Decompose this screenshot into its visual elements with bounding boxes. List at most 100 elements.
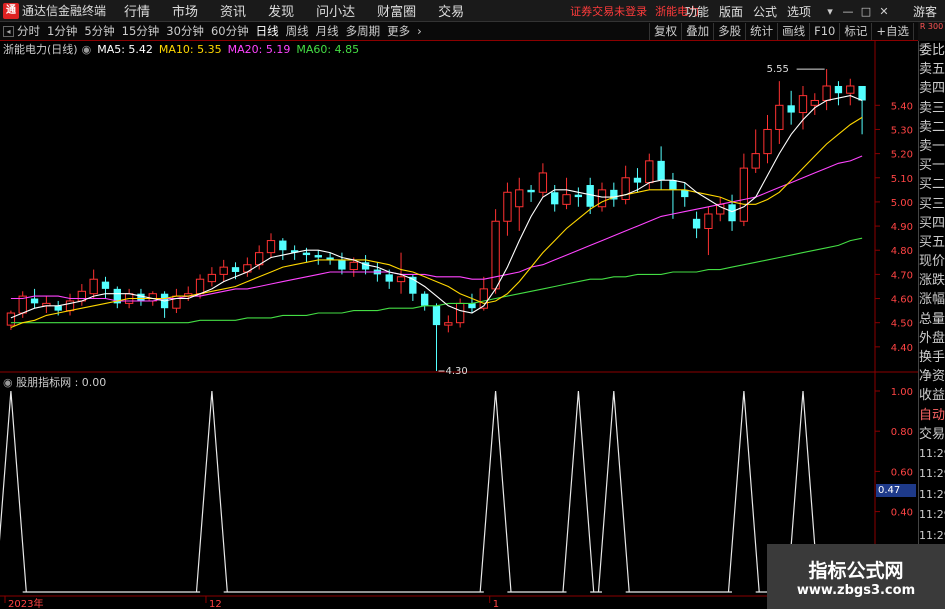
- candle-body-up: [266, 240, 276, 254]
- period-intraday[interactable]: 分时: [17, 23, 40, 39]
- side-panel-item: 卖五: [919, 62, 945, 78]
- candle-body-down: [314, 255, 322, 258]
- overlay-button[interactable]: 叠加: [681, 23, 713, 40]
- side-panel-item: 换手: [919, 350, 945, 365]
- menu-market-overview[interactable]: 市场: [172, 1, 198, 20]
- menu-news[interactable]: 资讯: [220, 1, 246, 20]
- f10-button[interactable]: F10: [809, 23, 839, 40]
- candle-body-down: [54, 305, 62, 311]
- minimize-icon[interactable]: —: [839, 5, 857, 18]
- candle-body-down: [421, 293, 429, 306]
- menu-functions[interactable]: 功能: [685, 3, 709, 20]
- side-panel-item: 交易: [919, 426, 945, 442]
- side-panel-item: 总量: [919, 311, 945, 327]
- menu-ask[interactable]: 问小达: [316, 1, 355, 20]
- period-30min[interactable]: 30分钟: [166, 23, 204, 39]
- candle-body-down: [574, 194, 583, 198]
- high-annotation-label: 5.55: [767, 64, 789, 75]
- dropdown-icon[interactable]: ▾: [821, 5, 839, 18]
- candle-body-up: [739, 167, 749, 222]
- period-1min[interactable]: 1分钟: [47, 23, 77, 39]
- price-tick-label: 5.00: [891, 198, 913, 209]
- guest-label[interactable]: 游客: [913, 3, 937, 20]
- annotations: 5.55 4.30: [438, 64, 825, 377]
- candle-body-down: [787, 105, 795, 113]
- candle-body-down: [657, 160, 665, 181]
- adjust-button[interactable]: 复权: [649, 23, 681, 40]
- candle-body-down: [302, 252, 311, 256]
- x-tick-label: 1: [493, 599, 499, 609]
- kline-chart[interactable]: 5.40 5.30 5.20 5.10 5.00 4.90 4.80 4.70 4.60 4.50…: [0, 41, 918, 609]
- candle-body-down: [137, 293, 145, 301]
- period-multi[interactable]: 多周期: [346, 23, 381, 39]
- side-panel-item: 11:29: [919, 508, 945, 522]
- side-panel-item: 11:29: [919, 467, 945, 481]
- candle-body-up: [645, 160, 654, 184]
- side-panel-item: 买四: [919, 215, 945, 231]
- side-panel-item: 11:29: [919, 487, 945, 501]
- candle-body-up: [491, 220, 500, 290]
- price-axis: 5.40 5.30 5.20 5.10 5.00 4.90 4.80 4.70 4.60 4.50…: [875, 101, 913, 354]
- candlesticks: [6, 69, 866, 371]
- price-tick-label: 4.80: [891, 246, 913, 257]
- watermark: 指标公式网 www.zbgs3.com: [767, 544, 945, 609]
- low-annotation-label: 4.30: [446, 366, 468, 377]
- candle-body-up: [195, 278, 205, 295]
- side-panel-item: 收益: [919, 388, 945, 404]
- period-5min[interactable]: 5分钟: [84, 23, 114, 39]
- side-panel-item: 11:29: [919, 446, 945, 460]
- side-panel-item: 卖三: [919, 100, 945, 116]
- multi-stock-button[interactable]: 多股: [713, 23, 745, 40]
- candle-body-up: [219, 266, 228, 275]
- candle-body-up: [621, 177, 630, 201]
- candle-body-up: [562, 194, 571, 205]
- menu-options[interactable]: 选项: [787, 3, 811, 20]
- period-monthly[interactable]: 月线: [316, 23, 339, 39]
- ma20-line: [10, 155, 863, 302]
- period-weekly[interactable]: 周线: [286, 23, 309, 39]
- side-panel-item: 卖四: [919, 81, 945, 97]
- side-panel-item: 卖二: [919, 119, 945, 135]
- candle-body-up: [846, 85, 855, 94]
- menu-layout[interactable]: 版面: [719, 3, 743, 20]
- price-tick-label: 4.70: [891, 270, 913, 281]
- candle-body-up: [822, 85, 831, 101]
- mark-button[interactable]: 标记: [839, 23, 871, 40]
- side-panel-item: 净资: [919, 369, 945, 385]
- period-daily[interactable]: 日线: [256, 23, 279, 39]
- add-watchlist-button[interactable]: +自选: [871, 23, 913, 40]
- panel-toggle-icon[interactable]: ◂: [3, 25, 14, 37]
- chevron-right-icon[interactable]: ›: [417, 24, 422, 38]
- candle-body-up: [207, 273, 217, 283]
- menu-market[interactable]: 行情: [124, 1, 150, 20]
- maximize-icon[interactable]: □: [857, 5, 875, 18]
- title-bar: 通 通达信金融终端 行情 市场 资讯 发现 问小达 财富圈 交易 证券交易未登录…: [0, 0, 945, 22]
- menu-wealth[interactable]: 财富圈: [377, 1, 416, 20]
- menu-trade[interactable]: 交易: [438, 1, 464, 20]
- candle-body-up: [148, 293, 157, 302]
- candle-body-down: [338, 259, 346, 270]
- close-icon[interactable]: ✕: [875, 5, 893, 18]
- settings-circle-icon[interactable]: ◉: [3, 376, 16, 389]
- login-warning[interactable]: 证券交易未登录: [570, 3, 647, 19]
- stats-button[interactable]: 统计: [745, 23, 777, 40]
- price-tick-label: 5.30: [891, 125, 913, 136]
- period-more[interactable]: 更多: [387, 23, 410, 39]
- draw-button[interactable]: 画线: [777, 23, 809, 40]
- candle-body-down: [586, 185, 594, 207]
- r-badge: R 300: [918, 22, 945, 41]
- period-15min[interactable]: 15分钟: [122, 23, 160, 39]
- candle-body-up: [810, 99, 819, 106]
- price-tick-label: 4.60: [891, 295, 913, 306]
- x-tick-label: 12: [209, 599, 222, 609]
- candle-body-up: [396, 276, 406, 283]
- candle-body-down: [551, 192, 559, 205]
- sub-tick-label: 0.80: [891, 427, 913, 438]
- sub-tick-label: 1.00: [891, 387, 913, 398]
- menu-discover[interactable]: 发现: [268, 1, 294, 20]
- menu-formula[interactable]: 公式: [753, 3, 777, 20]
- side-panel-item: 卖一: [919, 138, 945, 154]
- candle-body-down: [728, 204, 736, 222]
- period-60min[interactable]: 60分钟: [211, 23, 249, 39]
- sub-axis: 1.00 0.80 0.60 0.40: [875, 387, 913, 519]
